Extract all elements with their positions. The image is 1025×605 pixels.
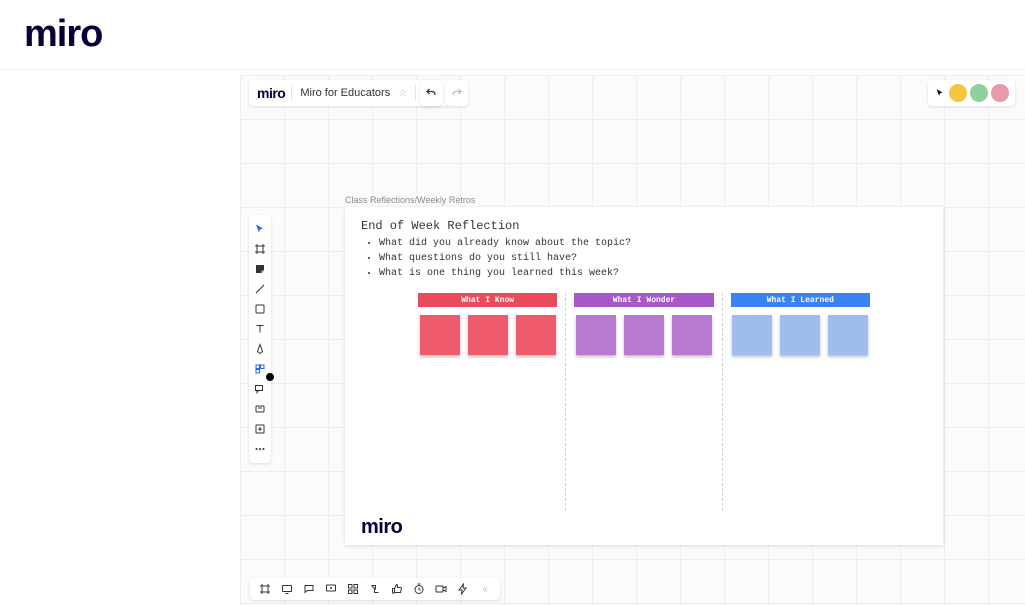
more-tool[interactable] [252,441,268,457]
collaborators[interactable] [928,80,1015,106]
board-logo[interactable]: miro [257,85,292,101]
sticky-note[interactable] [672,315,712,355]
undo-button[interactable] [420,80,442,106]
bullet-1: What did you already know about the topi… [379,236,927,251]
star-icon[interactable]: ☆ [398,88,407,99]
frame-tool[interactable] [252,241,268,257]
avatar-2[interactable] [970,84,988,102]
sticky-note[interactable] [732,315,772,355]
column-wonder[interactable]: What I Wonder [565,293,721,511]
bolt-icon[interactable] [456,582,470,596]
column-learned[interactable]: What I Learned [722,293,878,511]
timer-icon[interactable] [412,582,426,596]
video-icon[interactable] [434,582,448,596]
sticky-note[interactable] [828,315,868,355]
column-header-learned: What I Learned [731,293,870,307]
presentation-icon[interactable] [280,582,294,596]
column-header-know: What I Know [418,293,557,307]
upload-tool[interactable] [252,421,268,437]
redo-button[interactable] [446,80,468,106]
sticky-note[interactable] [624,315,664,355]
grid-icon[interactable] [346,582,360,596]
frame-title: End of Week Reflection [361,219,927,233]
bottom-toolbar: « [250,578,500,600]
card-tool[interactable] [252,401,268,417]
sticky-note[interactable] [576,315,616,355]
frame-text: End of Week Reflection What did you alre… [345,207,943,287]
screenshare-icon[interactable] [324,582,338,596]
bullet-2: What questions do you still have? [379,251,927,266]
columns: What I Know What I Wonder What I Learned [410,293,878,511]
canvas[interactable]: miro Miro for Educators ☆ Class Reflecti… [240,75,1025,605]
pen-tool[interactable] [252,341,268,357]
column-know[interactable]: What I Know [410,293,565,511]
frame-footer-logo: miro [361,516,402,539]
avatar-1[interactable] [949,84,967,102]
board-name[interactable]: Miro for Educators [300,87,390,99]
separator [415,85,416,101]
thumbs-up-icon[interactable] [390,582,404,596]
sticky-note[interactable] [468,315,508,355]
mouse-cursor-icon [266,373,274,381]
sticky-note[interactable] [516,315,556,355]
shape-tool[interactable] [252,301,268,317]
chat-icon[interactable] [302,582,316,596]
reflection-frame[interactable]: End of Week Reflection What did you alre… [345,207,943,545]
frames-icon[interactable] [258,582,272,596]
apps-tool[interactable] [252,361,268,377]
column-header-wonder: What I Wonder [574,293,713,307]
bullet-3: What is one thing you learned this week? [379,266,927,281]
avatar-3[interactable] [991,84,1009,102]
sticky-tool[interactable] [252,261,268,277]
collapse-icon[interactable]: « [478,582,492,596]
text-tool[interactable] [252,321,268,337]
brand-bar: miro [0,0,1025,70]
link-icon[interactable] [368,582,382,596]
left-toolbar [249,215,271,463]
sticky-note[interactable] [780,315,820,355]
comment-tool[interactable] [252,381,268,397]
line-tool[interactable] [252,281,268,297]
brand-logo: miro [24,13,102,56]
frame-label: Class Reflections/Weekly Retros [345,195,475,205]
undo-redo-group [420,80,468,106]
sticky-note[interactable] [420,315,460,355]
cursor-icon [934,87,946,99]
select-tool[interactable] [252,221,268,237]
